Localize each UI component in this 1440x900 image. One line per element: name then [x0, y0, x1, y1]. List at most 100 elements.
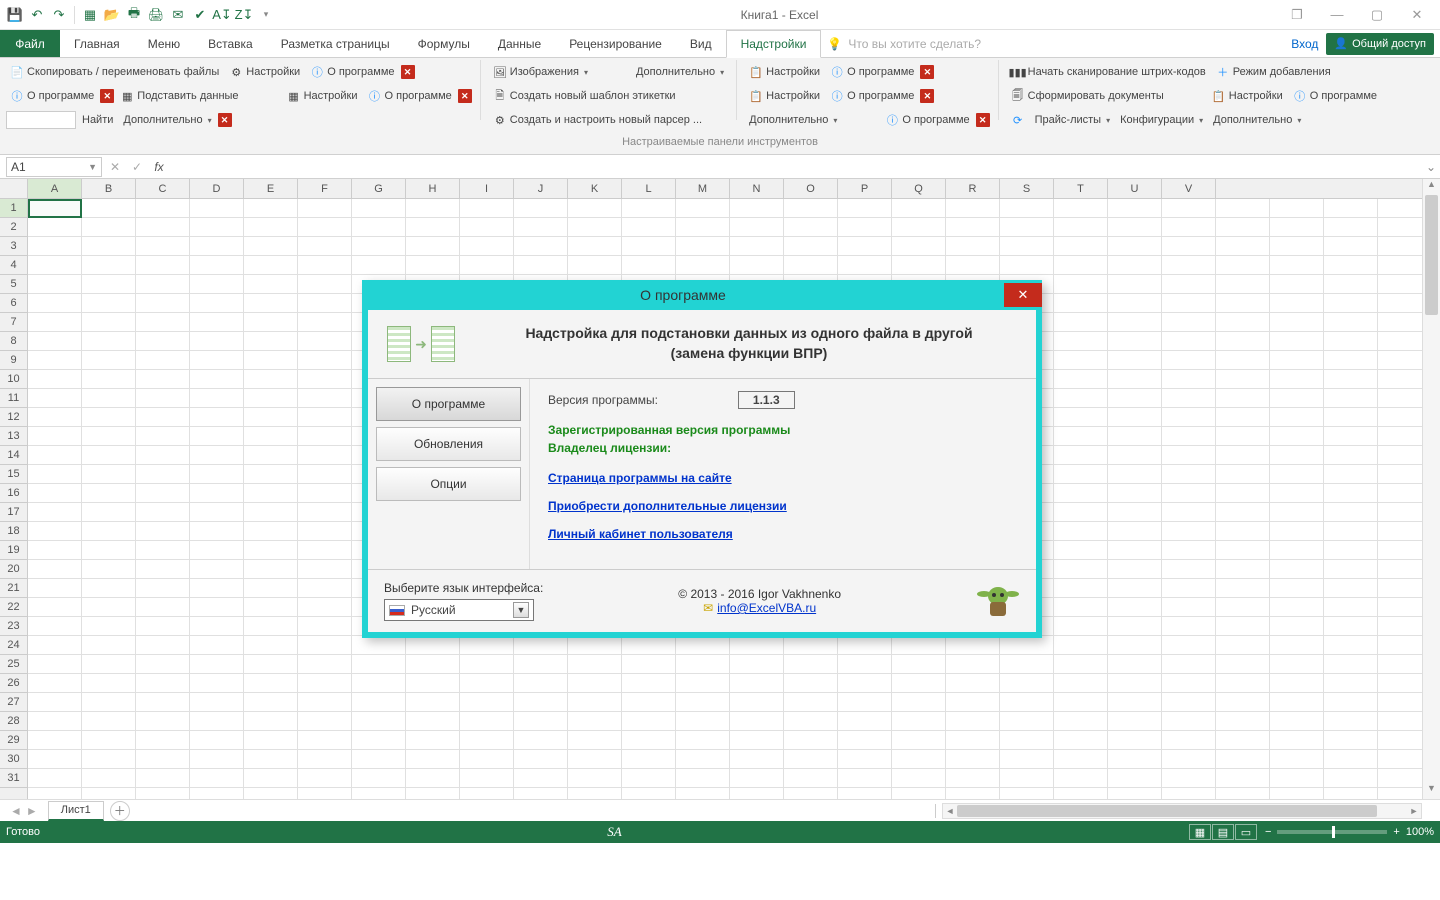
- vertical-scrollbar[interactable]: ▲ ▼: [1422, 179, 1440, 799]
- row-header[interactable]: 14: [0, 446, 27, 465]
- normal-view-icon[interactable]: ▦: [1189, 824, 1211, 840]
- column-header[interactable]: R: [946, 179, 1000, 198]
- scroll-left-icon[interactable]: ◄: [943, 804, 957, 818]
- row-header[interactable]: 25: [0, 655, 27, 674]
- tab-menu[interactable]: Меню: [134, 30, 194, 57]
- sign-in-link[interactable]: Вход: [1291, 37, 1318, 51]
- row-header[interactable]: 27: [0, 693, 27, 712]
- add-mode-button[interactable]: ＋Режим добавления: [1212, 63, 1335, 81]
- row-header[interactable]: 13: [0, 427, 27, 446]
- redo-icon[interactable]: ↷: [50, 6, 68, 24]
- refresh-button[interactable]: ⟳: [1007, 111, 1029, 129]
- row-header[interactable]: 23: [0, 617, 27, 636]
- tab-addins[interactable]: Надстройки: [726, 30, 822, 58]
- quick-print-icon[interactable]: 🖶: [125, 6, 143, 24]
- active-cell[interactable]: [28, 199, 82, 218]
- extra-dropdown-1[interactable]: Дополнительно: [119, 112, 215, 128]
- cancel-formula-icon[interactable]: ✕: [104, 160, 126, 174]
- sort-asc-icon[interactable]: A↧: [213, 6, 231, 24]
- extra-dropdown-4[interactable]: Дополнительно: [1209, 112, 1305, 128]
- tab-page-layout[interactable]: Разметка страницы: [267, 30, 404, 57]
- close-addin-icon-4[interactable]: ✕: [218, 113, 232, 127]
- expand-formula-icon[interactable]: ⌄: [1422, 160, 1440, 174]
- chevron-down-icon[interactable]: ▼: [88, 162, 97, 172]
- row-header[interactable]: 29: [0, 731, 27, 750]
- scroll-down-icon[interactable]: ▼: [1423, 783, 1440, 799]
- tab-insert[interactable]: Вставка: [194, 30, 267, 57]
- column-header[interactable]: E: [244, 179, 298, 198]
- column-header[interactable]: D: [190, 179, 244, 198]
- zoom-control[interactable]: − + 100%: [1265, 826, 1434, 838]
- new-template-button[interactable]: 🗎Создать новый шаблон этикетки: [489, 87, 680, 105]
- row-header[interactable]: 20: [0, 560, 27, 579]
- row-header[interactable]: 30: [0, 750, 27, 769]
- barcode-scan-button[interactable]: ▮▮▮Начать сканирование штрих-кодов: [1007, 63, 1210, 81]
- settings-button-1[interactable]: ⚙Настройки: [225, 63, 304, 81]
- scroll-thumb-h[interactable]: [957, 805, 1377, 817]
- sheet-nav[interactable]: ◄ ►: [0, 804, 48, 818]
- cells-area[interactable]: [28, 199, 1422, 799]
- scroll-up-icon[interactable]: ▲: [1423, 179, 1440, 195]
- close-button[interactable]: ✕: [1398, 4, 1436, 26]
- open-icon[interactable]: 📂: [103, 6, 121, 24]
- column-header[interactable]: H: [406, 179, 460, 198]
- email-icon[interactable]: ✉: [169, 6, 187, 24]
- tab-data[interactable]: Данные: [484, 30, 555, 57]
- column-header[interactable]: G: [352, 179, 406, 198]
- row-header[interactable]: 11: [0, 389, 27, 408]
- close-addin-icon-2[interactable]: ✕: [100, 89, 114, 103]
- column-header[interactable]: J: [514, 179, 568, 198]
- page-layout-view-icon[interactable]: ▤: [1212, 824, 1234, 840]
- tab-view[interactable]: Вид: [676, 30, 726, 57]
- page-break-view-icon[interactable]: ▭: [1235, 824, 1257, 840]
- row-header[interactable]: 16: [0, 484, 27, 503]
- row-header[interactable]: 21: [0, 579, 27, 598]
- tab-file[interactable]: Файл: [0, 30, 60, 57]
- column-header[interactable]: A: [28, 179, 82, 198]
- form-docs-button[interactable]: 🗐Сформировать документы: [1007, 87, 1168, 105]
- sheet-prev-icon[interactable]: ◄: [10, 804, 22, 818]
- about-button-3[interactable]: ⓘО программе: [364, 87, 456, 105]
- row-header[interactable]: 3: [0, 237, 27, 256]
- spellcheck-icon[interactable]: ✔: [191, 6, 209, 24]
- row-header[interactable]: 15: [0, 465, 27, 484]
- qat-dropdown-icon[interactable]: ▾: [257, 6, 275, 24]
- about-button-1[interactable]: ⓘО программе: [306, 63, 398, 81]
- column-header[interactable]: K: [568, 179, 622, 198]
- configurations-dropdown[interactable]: Конфигурации: [1116, 112, 1207, 128]
- settings-button-4[interactable]: 📋Настройки: [745, 87, 824, 105]
- row-header[interactable]: 5: [0, 275, 27, 294]
- zoom-value[interactable]: 100%: [1406, 826, 1434, 838]
- tell-me[interactable]: 💡 Что вы хотите сделать?: [827, 30, 981, 57]
- fx-icon[interactable]: fx: [148, 160, 170, 174]
- row-header[interactable]: 26: [0, 674, 27, 693]
- column-header[interactable]: O: [784, 179, 838, 198]
- close-addin-icon-6[interactable]: ✕: [920, 89, 934, 103]
- row-header[interactable]: 18: [0, 522, 27, 541]
- about-button-7[interactable]: ⓘО программе: [1289, 87, 1381, 105]
- close-addin-icon-7[interactable]: ✕: [976, 113, 990, 127]
- about-button-5[interactable]: ⓘО программе: [826, 87, 918, 105]
- minimize-button[interactable]: —: [1318, 4, 1356, 26]
- row-header[interactable]: 22: [0, 598, 27, 617]
- row-header[interactable]: 31: [0, 769, 27, 788]
- find-button[interactable]: Найти: [78, 112, 117, 128]
- column-header[interactable]: U: [1108, 179, 1162, 198]
- new-parser-button[interactable]: ⚙Создать и настроить новый парсер ...: [489, 111, 706, 129]
- column-header[interactable]: B: [82, 179, 136, 198]
- row-header[interactable]: 17: [0, 503, 27, 522]
- search-input[interactable]: [6, 111, 76, 129]
- column-header[interactable]: F: [298, 179, 352, 198]
- zoom-in-icon[interactable]: +: [1393, 826, 1399, 838]
- row-header[interactable]: 8: [0, 332, 27, 351]
- row-header[interactable]: 1: [0, 199, 27, 218]
- row-header[interactable]: 7: [0, 313, 27, 332]
- column-header[interactable]: I: [460, 179, 514, 198]
- row-header[interactable]: 6: [0, 294, 27, 313]
- column-header[interactable]: Q: [892, 179, 946, 198]
- row-header[interactable]: 28: [0, 712, 27, 731]
- column-header[interactable]: N: [730, 179, 784, 198]
- maximize-button[interactable]: ▢: [1358, 4, 1396, 26]
- scroll-thumb[interactable]: [1425, 195, 1438, 315]
- row-header[interactable]: 24: [0, 636, 27, 655]
